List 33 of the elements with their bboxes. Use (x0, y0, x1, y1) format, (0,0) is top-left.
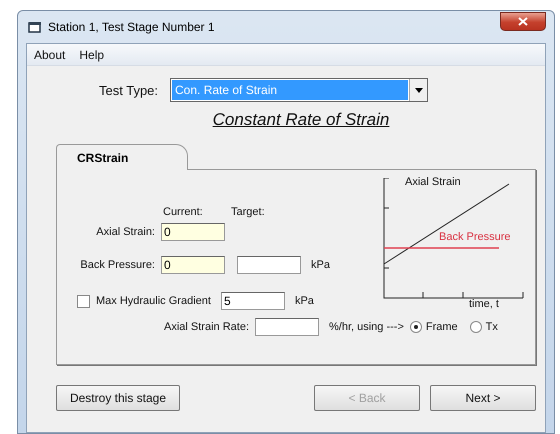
target-back-pressure-field[interactable] (237, 256, 301, 274)
column-header: Target: (231, 206, 265, 218)
checkbox-label: Max Hydraulic Gradient (96, 295, 211, 307)
radio-label: Tx (486, 321, 498, 333)
axis-label: time, t (469, 298, 499, 310)
chart-label: Back Pressure (439, 231, 511, 243)
current-back-pressure-field[interactable]: 0 (161, 256, 225, 274)
window-title: Station 1, Test Stage Number 1 (48, 20, 216, 34)
column-header: Current: (163, 206, 204, 218)
field-label: Axial Strain Rate: (163, 321, 249, 333)
checkbox[interactable] (77, 294, 90, 308)
radio-button[interactable] (470, 321, 482, 333)
menu-item[interactable]: About (27, 48, 72, 62)
close-icon (518, 16, 528, 26)
section-heading: Constant Rate of Strain (212, 110, 390, 130)
tab[interactable]: CRStrain (56, 144, 188, 170)
unit-label: kPa (294, 295, 314, 307)
menu-item[interactable]: Help (72, 48, 112, 62)
max-gradient-field[interactable]: 5 (220, 292, 285, 310)
close-button[interactable] (500, 12, 546, 30)
dialog-button[interactable]: Destroy this stage (56, 385, 180, 411)
radio-label: Frame (426, 321, 458, 333)
unit-label: kPa (311, 259, 330, 271)
unit-label: %/hr, using ---> (329, 321, 404, 333)
dialog-button[interactable]: Next > (430, 385, 536, 411)
field-label: Axial Strain: (95, 226, 155, 238)
window-app-icon (28, 21, 42, 33)
field-label: Back Pressure: (79, 259, 155, 271)
chart-label: Axial Strain (405, 176, 461, 188)
current-axial-strain-field[interactable]: 0 (161, 223, 225, 241)
strain-rate-field[interactable] (255, 318, 319, 336)
field-label: Test Type: (99, 82, 158, 98)
radio-button[interactable] (410, 321, 422, 333)
